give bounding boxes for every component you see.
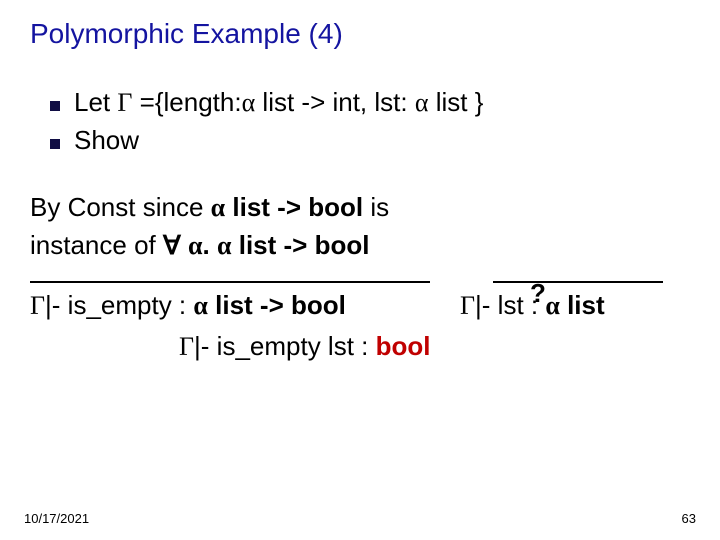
footer-page: 63	[682, 511, 696, 526]
list-bool-bold: list -> bool	[225, 192, 363, 222]
instance-text: instance of	[30, 230, 156, 260]
alpha-symbol: α	[242, 88, 256, 117]
conclusion-text: is_empty lst :	[217, 331, 376, 361]
by-const-block: By Const since α list -> bool is instanc…	[24, 189, 696, 265]
alpha-bold-2: α	[188, 231, 203, 260]
bullet-list: Let Γ ={length:α list -> int, lst: α lis…	[50, 84, 696, 159]
gamma-3: Γ	[460, 291, 475, 320]
square-bullet-icon	[50, 139, 60, 149]
conclusion-line: Γ|- is_empty lst : bool	[179, 331, 696, 362]
byconst-text-a: By Const since	[30, 192, 211, 222]
forall-symbol: ∀	[163, 231, 181, 260]
rule-bar-icon	[30, 281, 430, 283]
text-list-close: list }	[428, 87, 483, 117]
list-r2: list	[560, 290, 605, 320]
gamma-symbol: Γ	[117, 88, 132, 117]
turnstile-2: |-	[475, 290, 498, 320]
alpha-symbol-2: α	[415, 88, 429, 117]
byconst-text-c: is	[363, 192, 389, 222]
turnstile-3: |-	[194, 331, 217, 361]
bool-red: bool	[376, 331, 431, 361]
slide-footer: 10/17/2021 63	[24, 511, 696, 526]
alpha-bold: α	[211, 193, 226, 222]
dot-text: .	[203, 230, 217, 260]
list-bool-r1: list -> bool	[208, 290, 346, 320]
alpha-r1: α	[193, 291, 208, 320]
alpha-r2: α	[545, 291, 560, 320]
text-show: Show	[74, 122, 139, 159]
turnstile-1: |-	[45, 290, 68, 320]
slide-title: Polymorphic Example (4)	[30, 18, 696, 50]
text-list-int: list -> int, lst:	[255, 87, 415, 117]
text-let: Let	[74, 87, 117, 117]
rule-left: Γ|- is_empty : α list -> bool	[30, 281, 430, 325]
square-bullet-icon	[50, 101, 60, 111]
gamma-2: Γ	[30, 291, 45, 320]
rule-right: Γ|- lst : α list	[460, 281, 695, 325]
isempty-text: is_empty :	[68, 290, 194, 320]
gamma-4: Γ	[179, 332, 194, 361]
list-bool-bold-2: list -> bool	[232, 230, 370, 260]
alpha-bold-3: α	[217, 231, 232, 260]
text-eq: ={length:	[132, 87, 241, 117]
rule-bar-icon-2	[493, 281, 663, 283]
footer-date: 10/17/2021	[24, 511, 89, 526]
inference-rules: Γ|- is_empty : α list -> bool Γ|- lst : …	[30, 281, 696, 325]
lst-text: lst :	[498, 290, 546, 320]
bullet-item-show: Show	[50, 122, 696, 159]
bullet-item-let: Let Γ ={length:α list -> int, lst: α lis…	[50, 84, 696, 122]
